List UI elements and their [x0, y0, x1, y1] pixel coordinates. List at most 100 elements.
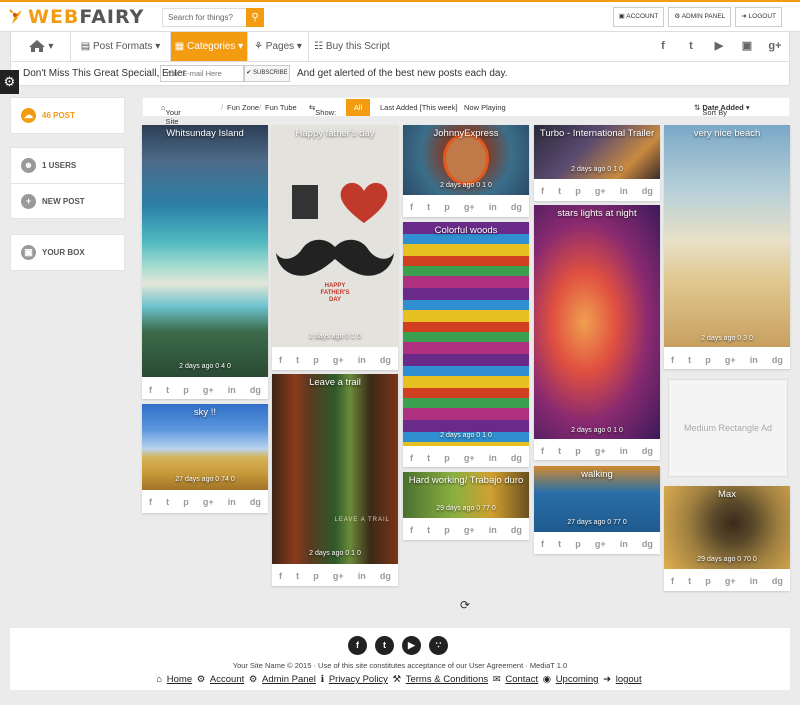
pinterest-icon[interactable]: p: [575, 446, 581, 456]
pinterest-icon[interactable]: p: [705, 576, 711, 586]
facebook-icon[interactable]: f: [671, 355, 674, 365]
pinterest-icon[interactable]: p: [575, 539, 581, 549]
digg-icon[interactable]: dg: [511, 525, 522, 535]
googleplus-icon[interactable]: g+: [595, 539, 606, 549]
facebook-icon[interactable]: f: [348, 636, 367, 655]
post-title[interactable]: Max: [664, 489, 790, 500]
facebook-icon[interactable]: f: [149, 497, 152, 507]
post-card[interactable]: sky !! 27 days ago 0 74 0 f t p g+ in dg: [142, 404, 268, 513]
twitter-icon[interactable]: t: [166, 385, 169, 395]
post-title[interactable]: very nice beach: [664, 128, 790, 139]
twitter-icon[interactable]: t: [296, 571, 299, 581]
linkedin-icon[interactable]: in: [750, 355, 758, 365]
twitter-icon[interactable]: t: [427, 202, 430, 212]
subscribe-button[interactable]: ✔ SUBSCRIBE: [244, 65, 290, 82]
twitter-icon[interactable]: t: [558, 539, 561, 549]
digg-icon[interactable]: dg: [642, 186, 653, 196]
googleplus-icon[interactable]: g+: [203, 385, 214, 395]
googleplus-icon[interactable]: g+: [333, 571, 344, 581]
ad-placeholder[interactable]: Medium Rectangle Ad: [668, 379, 788, 477]
filter-all-button[interactable]: All: [346, 99, 370, 116]
googleplus-icon[interactable]: g+: [333, 355, 344, 365]
breadcrumb-funzone[interactable]: Fun Zone: [227, 103, 259, 112]
linkedin-icon[interactable]: in: [228, 385, 236, 395]
twitter-icon[interactable]: t: [427, 453, 430, 463]
googleplus-icon[interactable]: g+: [725, 355, 736, 365]
linkedin-icon[interactable]: in: [620, 446, 628, 456]
gear-icon[interactable]: ⚙: [0, 70, 19, 94]
linkedin-icon[interactable]: in: [489, 202, 497, 212]
rss-icon[interactable]: ∵: [429, 636, 448, 655]
post-title[interactable]: Leave a trail: [272, 377, 398, 388]
youtube-icon[interactable]: ▶: [705, 32, 733, 61]
twitter-icon[interactable]: t: [558, 186, 561, 196]
post-card[interactable]: Whitsunday Island 2 days ago 0 4 0 f t p g+…: [142, 125, 268, 399]
facebook-icon[interactable]: f: [671, 576, 674, 586]
googleplus-icon[interactable]: g+: [203, 497, 214, 507]
digg-icon[interactable]: dg: [511, 202, 522, 212]
linkedin-icon[interactable]: in: [489, 453, 497, 463]
footer-account-link[interactable]: ⚙ Account: [197, 674, 246, 685]
googleplus-icon[interactable]: g+: [464, 525, 475, 535]
admin-panel-link[interactable]: ⚙ ADMIN PANEL: [668, 7, 732, 27]
post-title[interactable]: Happy father's day: [272, 128, 398, 139]
youtube-icon[interactable]: ▶: [402, 636, 421, 655]
post-title[interactable]: JohnnyExpress: [403, 128, 529, 139]
instagram-icon[interactable]: ▣: [733, 32, 761, 61]
linkedin-icon[interactable]: in: [228, 497, 236, 507]
digg-icon[interactable]: dg: [250, 385, 261, 395]
googleplus-icon[interactable]: g+: [464, 453, 475, 463]
nav-categories[interactable]: ▦ Categories ▾: [171, 32, 248, 61]
facebook-icon[interactable]: f: [649, 32, 677, 61]
facebook-icon[interactable]: f: [279, 355, 282, 365]
post-title[interactable]: walking: [534, 469, 660, 480]
footer-admin-link[interactable]: ⚙ Admin Panel: [249, 674, 318, 685]
post-title[interactable]: Turbo - International Trailer: [534, 128, 660, 139]
footer-terms-link[interactable]: ⚒ Terms & Conditions: [393, 674, 491, 685]
filter-last-added[interactable]: Last Added [This week]: [380, 103, 458, 112]
logout-link[interactable]: ➜ LOGOUT: [735, 7, 782, 27]
logo[interactable]: WEBFAIRY: [6, 5, 144, 29]
post-card[interactable]: Colorful woods 2 days ago 0 1 0 f t p g+ in d…: [403, 222, 529, 467]
facebook-icon[interactable]: f: [541, 446, 544, 456]
filter-now-playing[interactable]: Now Playing: [464, 103, 506, 112]
linkedin-icon[interactable]: in: [358, 355, 366, 365]
pinterest-icon[interactable]: p: [313, 355, 319, 365]
breadcrumb-home[interactable]: ⌂ Your Site Name: [161, 103, 186, 135]
twitter-icon[interactable]: t: [677, 32, 705, 61]
footer-contact-link[interactable]: ✉ Contact: [493, 674, 540, 685]
pinterest-icon[interactable]: p: [183, 497, 189, 507]
post-card[interactable]: very nice beach 2 days ago 0 3 0 f t p g+ in…: [664, 125, 790, 369]
sort-dropdown[interactable]: ⇅ Sort By Date Added ▾: [694, 103, 750, 117]
googleplus-icon[interactable]: g+: [725, 576, 736, 586]
post-card[interactable]: Hard working/ Trabajo duro 29 days ago 0…: [403, 472, 529, 540]
googleplus-icon[interactable]: g+: [595, 186, 606, 196]
pinterest-icon[interactable]: p: [444, 525, 450, 535]
digg-icon[interactable]: dg: [380, 571, 391, 581]
googleplus-icon[interactable]: g+: [595, 446, 606, 456]
nav-buy-script[interactable]: ☷ Buy this Script: [309, 32, 395, 61]
googleplus-icon[interactable]: g+: [761, 32, 789, 61]
twitter-icon[interactable]: t: [166, 497, 169, 507]
post-count[interactable]: ☁ 46 POST: [11, 98, 124, 133]
pinterest-icon[interactable]: p: [575, 186, 581, 196]
digg-icon[interactable]: dg: [772, 355, 783, 365]
footer-logout-link[interactable]: ➜ logout: [603, 674, 644, 685]
email-field[interactable]: Your E-mail Here: [160, 65, 244, 82]
facebook-icon[interactable]: f: [279, 571, 282, 581]
nav-pages[interactable]: ⚘ Pages ▾: [248, 32, 309, 61]
footer-privacy-link[interactable]: ℹ Privacy Policy: [321, 674, 390, 685]
post-title[interactable]: Colorful woods: [403, 225, 529, 236]
twitter-icon[interactable]: t: [558, 446, 561, 456]
facebook-icon[interactable]: f: [541, 186, 544, 196]
footer-upcoming-link[interactable]: ◉ Upcoming: [543, 674, 601, 685]
post-card[interactable]: HAPPY FATHER'S DAY Happy father's day 2 da…: [272, 125, 398, 370]
digg-icon[interactable]: dg: [642, 446, 653, 456]
nav-post-formats[interactable]: ▤ Post Formats ▾: [71, 32, 171, 61]
googleplus-icon[interactable]: g+: [464, 202, 475, 212]
post-title[interactable]: Hard working/ Trabajo duro: [403, 475, 529, 486]
linkedin-icon[interactable]: in: [620, 539, 628, 549]
post-card[interactable]: LEAVE A TRAIL Leave a trail 2 days ago 0…: [272, 374, 398, 586]
facebook-icon[interactable]: f: [149, 385, 152, 395]
twitter-icon[interactable]: t: [688, 576, 691, 586]
